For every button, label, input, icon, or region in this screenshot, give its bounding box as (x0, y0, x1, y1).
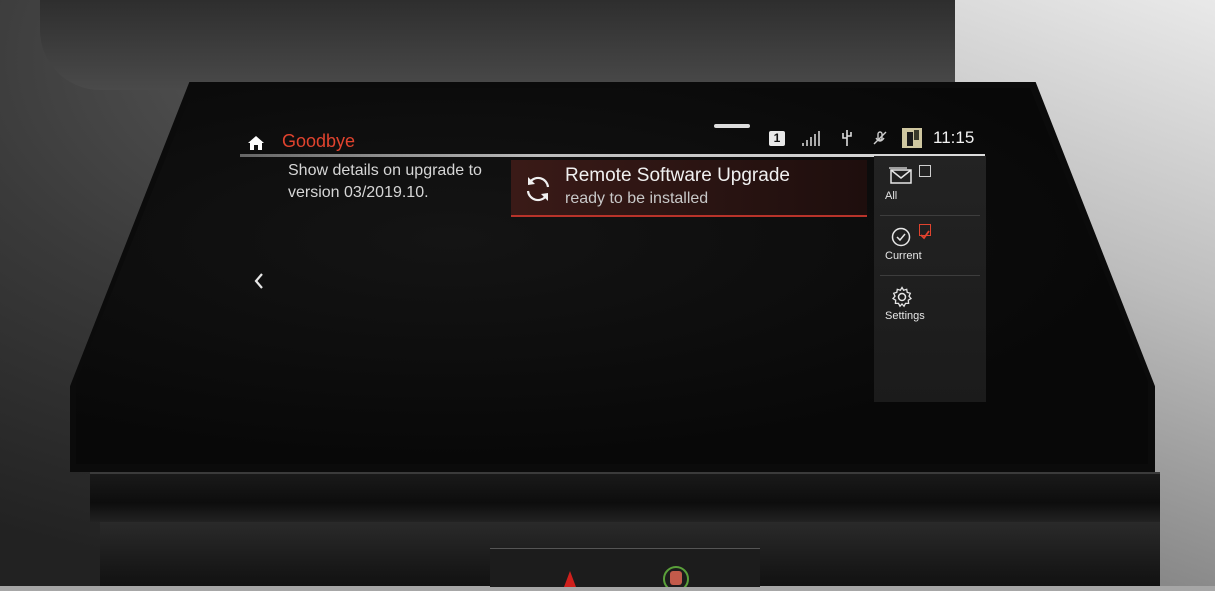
top-notch (714, 124, 750, 128)
message-line: Show details on upgrade to (288, 162, 482, 179)
signal-strength-icon (802, 131, 820, 146)
side-panel: All Current Settings (874, 156, 986, 402)
settings-item[interactable]: Settings (874, 276, 986, 336)
message-line: version 03/2019.10. (288, 184, 429, 201)
filter-current-label: Current (885, 250, 922, 262)
chevron-left-icon[interactable] (252, 271, 266, 291)
microphone-muted-icon (873, 131, 887, 145)
home-icon[interactable] (246, 133, 266, 153)
notification-subtitle: ready to be installed (565, 190, 709, 207)
usb-plug-icon (842, 130, 852, 146)
checkmark-icon (920, 230, 930, 240)
console-button-strip (490, 548, 760, 591)
album-art-icon (902, 128, 922, 148)
clock: 11:15 (933, 128, 975, 147)
upgrade-details-link[interactable]: Show details on upgrade to version 03/20… (288, 160, 508, 204)
settings-label: Settings (885, 310, 925, 322)
filter-all-checkbox[interactable] (919, 165, 931, 177)
filter-all-label: All (885, 190, 898, 202)
page-title: Goodbye (282, 131, 356, 151)
filter-current[interactable]: Current (874, 216, 986, 276)
refresh-icon (526, 176, 550, 202)
air-vent (90, 472, 1160, 522)
notification-remote-upgrade[interactable]: Remote Software Upgrade ready to be inst… (511, 160, 867, 217)
display-number-badge: 1 (769, 131, 785, 146)
gear-icon (892, 286, 912, 308)
filter-current-checkbox[interactable] (919, 224, 931, 240)
notification-title: Remote Software Upgrade (565, 165, 790, 186)
filter-all[interactable]: All (874, 156, 986, 216)
clock-icon (891, 227, 911, 247)
display-screen (76, 88, 1148, 464)
hazard-warning-icon (564, 566, 689, 591)
envelope-icon (889, 167, 912, 184)
